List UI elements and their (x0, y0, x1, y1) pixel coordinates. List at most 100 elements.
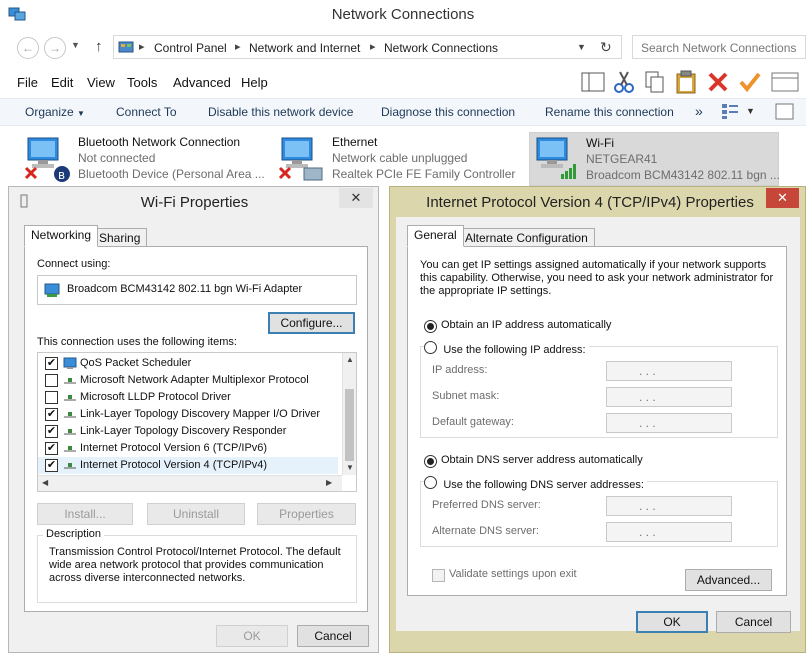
obtain-ip-auto-radio[interactable] (424, 320, 437, 333)
refresh-icon: ↻ (600, 39, 612, 55)
connection-bluetooth[interactable]: ʙ Bluetooth Network Connection Not conne… (22, 132, 268, 186)
paste-button[interactable] (674, 70, 698, 97)
list-item[interactable]: ✔ Link-Layer Topology Discovery Mapper I/… (38, 406, 338, 423)
disable-device-button[interactable]: Disable this network device (208, 105, 353, 119)
view-dropdown[interactable]: ▼ (746, 106, 755, 116)
more-commands-button[interactable]: » (695, 103, 703, 119)
subnet-mask-field: . . . (606, 387, 732, 407)
up-button[interactable]: ↑ (95, 38, 103, 55)
properties-button[interactable]: Properties (257, 503, 356, 525)
preview-pane-button[interactable] (774, 102, 796, 122)
horizontal-scrollbar[interactable]: ◀ ▶ (38, 475, 342, 491)
back-button[interactable]: ← (17, 37, 39, 59)
item-checkbox[interactable] (45, 374, 58, 387)
menu-edit[interactable]: Edit (51, 75, 73, 90)
ok-button[interactable]: OK (216, 625, 288, 647)
connect-to-button[interactable]: Connect To (116, 105, 177, 119)
use-following-ip-radio[interactable] (424, 341, 437, 354)
item-label: Microsoft Network Adapter Multiplexor Pr… (80, 374, 309, 386)
view-toggle-button[interactable] (770, 70, 800, 97)
copy-icon (645, 71, 664, 93)
menu-file[interactable]: File (17, 75, 38, 90)
default-gateway-label: Default gateway: (432, 416, 514, 428)
item-checkbox[interactable]: ✔ (45, 408, 58, 421)
details-view-icon (722, 104, 738, 119)
clipboard-icon (676, 70, 696, 94)
refresh-button[interactable]: ↻ (600, 39, 612, 56)
layout-pane-button[interactable] (580, 70, 606, 97)
items-list[interactable]: ✔ QoS Packet Scheduler Microsoft Network A… (37, 352, 357, 492)
tab-networking[interactable]: Networking (24, 225, 99, 247)
diagnose-connection-button[interactable]: Diagnose this connection (381, 105, 515, 119)
breadcrumb-control-panel[interactable]: Control Panel (154, 41, 227, 55)
use-following-ip-option[interactable]: Use the following IP address: (424, 340, 589, 356)
breadcrumb-network-connections[interactable]: Network Connections (384, 41, 498, 55)
cancel-button[interactable]: Cancel (716, 611, 791, 633)
use-following-dns-option[interactable]: Use the following DNS server addresses: (424, 475, 647, 491)
ok-button[interactable]: OK (636, 611, 708, 633)
list-item[interactable]: Microsoft Network Adapter Multiplexor Pr… (38, 372, 338, 389)
vertical-scrollbar[interactable]: ▲ ▼ (342, 353, 356, 475)
cancel-button[interactable]: Cancel (297, 625, 369, 647)
menu-view[interactable]: View (87, 75, 115, 90)
copy-button[interactable] (642, 70, 666, 97)
ip-address-label: IP address: (432, 364, 488, 376)
list-item[interactable]: Microsoft LLDP Protocol Driver (38, 389, 338, 406)
tab-general[interactable]: General (407, 225, 464, 247)
breadcrumb-network-internet[interactable]: Network and Internet (249, 41, 360, 55)
close-button[interactable]: ✕ (766, 188, 799, 208)
properties-check-button[interactable] (738, 70, 762, 97)
item-checkbox[interactable] (45, 391, 58, 404)
address-dropdown[interactable]: ▼ (577, 42, 586, 52)
item-label: Internet Protocol Version 4 (TCP/IPv4) (80, 459, 268, 471)
adapter-box: Broadcom BCM43142 802.11 bgn Wi-Fi Adapt… (37, 275, 357, 305)
ip-placeholder: . . . (639, 525, 656, 539)
list-item[interactable]: ✔ Link-Layer Topology Discovery Responder (38, 423, 338, 440)
item-checkbox[interactable]: ✔ (45, 442, 58, 455)
rename-connection-button[interactable]: Rename this connection (545, 105, 674, 119)
search-input[interactable]: Search Network Connections (632, 35, 806, 59)
connection-ethernet[interactable]: Ethernet Network cable unplugged Realtek… (276, 132, 522, 186)
item-checkbox[interactable]: ✔ (45, 425, 58, 438)
uninstall-button[interactable]: Uninstall (147, 503, 245, 525)
tab-sharing[interactable]: Sharing (92, 228, 148, 248)
ipv4-client-area: General Alternate Configuration You can … (396, 217, 800, 633)
scroll-down-icon[interactable]: ▼ (346, 463, 354, 472)
recent-locations-dropdown[interactable]: ▼ (71, 40, 80, 50)
use-following-dns-label: Use the following DNS server addresses: (443, 479, 644, 491)
list-item[interactable]: ✔ QoS Packet Scheduler (38, 355, 338, 372)
menu-tools[interactable]: Tools (127, 75, 157, 90)
item-checkbox[interactable]: ✔ (45, 357, 58, 370)
address-bar[interactable]: ▸ Control Panel ▸ Network and Internet ▸… (113, 35, 622, 59)
menu-advanced[interactable]: Advanced (173, 75, 231, 90)
configure-button[interactable]: Configure... (268, 312, 355, 334)
tab-alternate-configuration[interactable]: Alternate Configuration (458, 228, 595, 248)
advanced-button[interactable]: Advanced... (685, 569, 772, 591)
list-item[interactable]: ✔ Internet Protocol Version 6 (TCP/IPv6) (38, 440, 338, 457)
menu-help[interactable]: Help (241, 75, 268, 90)
change-view-button[interactable] (721, 102, 739, 123)
use-following-dns-radio[interactable] (424, 476, 437, 489)
organize-button[interactable]: Organize ▼ (25, 105, 85, 119)
install-button[interactable]: Install... (37, 503, 133, 525)
obtain-dns-auto-radio[interactable] (424, 455, 437, 468)
scrollbar-thumb[interactable] (345, 389, 354, 461)
validate-settings-checkbox[interactable] (432, 569, 445, 582)
connection-wifi[interactable]: Wi-Fi NETGEAR41 Broadcom BCM43142 802.11… (529, 132, 780, 186)
arrow-right-icon: → (49, 41, 61, 55)
ip-placeholder: . . . (639, 390, 656, 404)
delete-button[interactable] (706, 70, 730, 97)
item-label: Link-Layer Topology Discovery Mapper I/O… (80, 408, 321, 420)
list-item[interactable]: ✔ Internet Protocol Version 4 (TCP/IPv4) (38, 457, 338, 474)
close-button[interactable]: ✕ (339, 188, 373, 208)
svg-text:ʙ: ʙ (58, 168, 65, 182)
dialog-title: Internet Protocol Version 4 (TCP/IPv4) P… (426, 194, 754, 211)
forward-button[interactable]: → (44, 37, 66, 59)
scroll-up-icon[interactable]: ▲ (346, 355, 354, 364)
scroll-left-icon[interactable]: ◀ (42, 478, 48, 487)
description-label: Description (43, 528, 105, 540)
scroll-right-icon[interactable]: ▶ (326, 478, 332, 487)
cut-button[interactable] (612, 70, 636, 97)
general-tab-panel: You can get IP settings assigned automat… (407, 246, 787, 596)
item-checkbox[interactable]: ✔ (45, 459, 58, 472)
